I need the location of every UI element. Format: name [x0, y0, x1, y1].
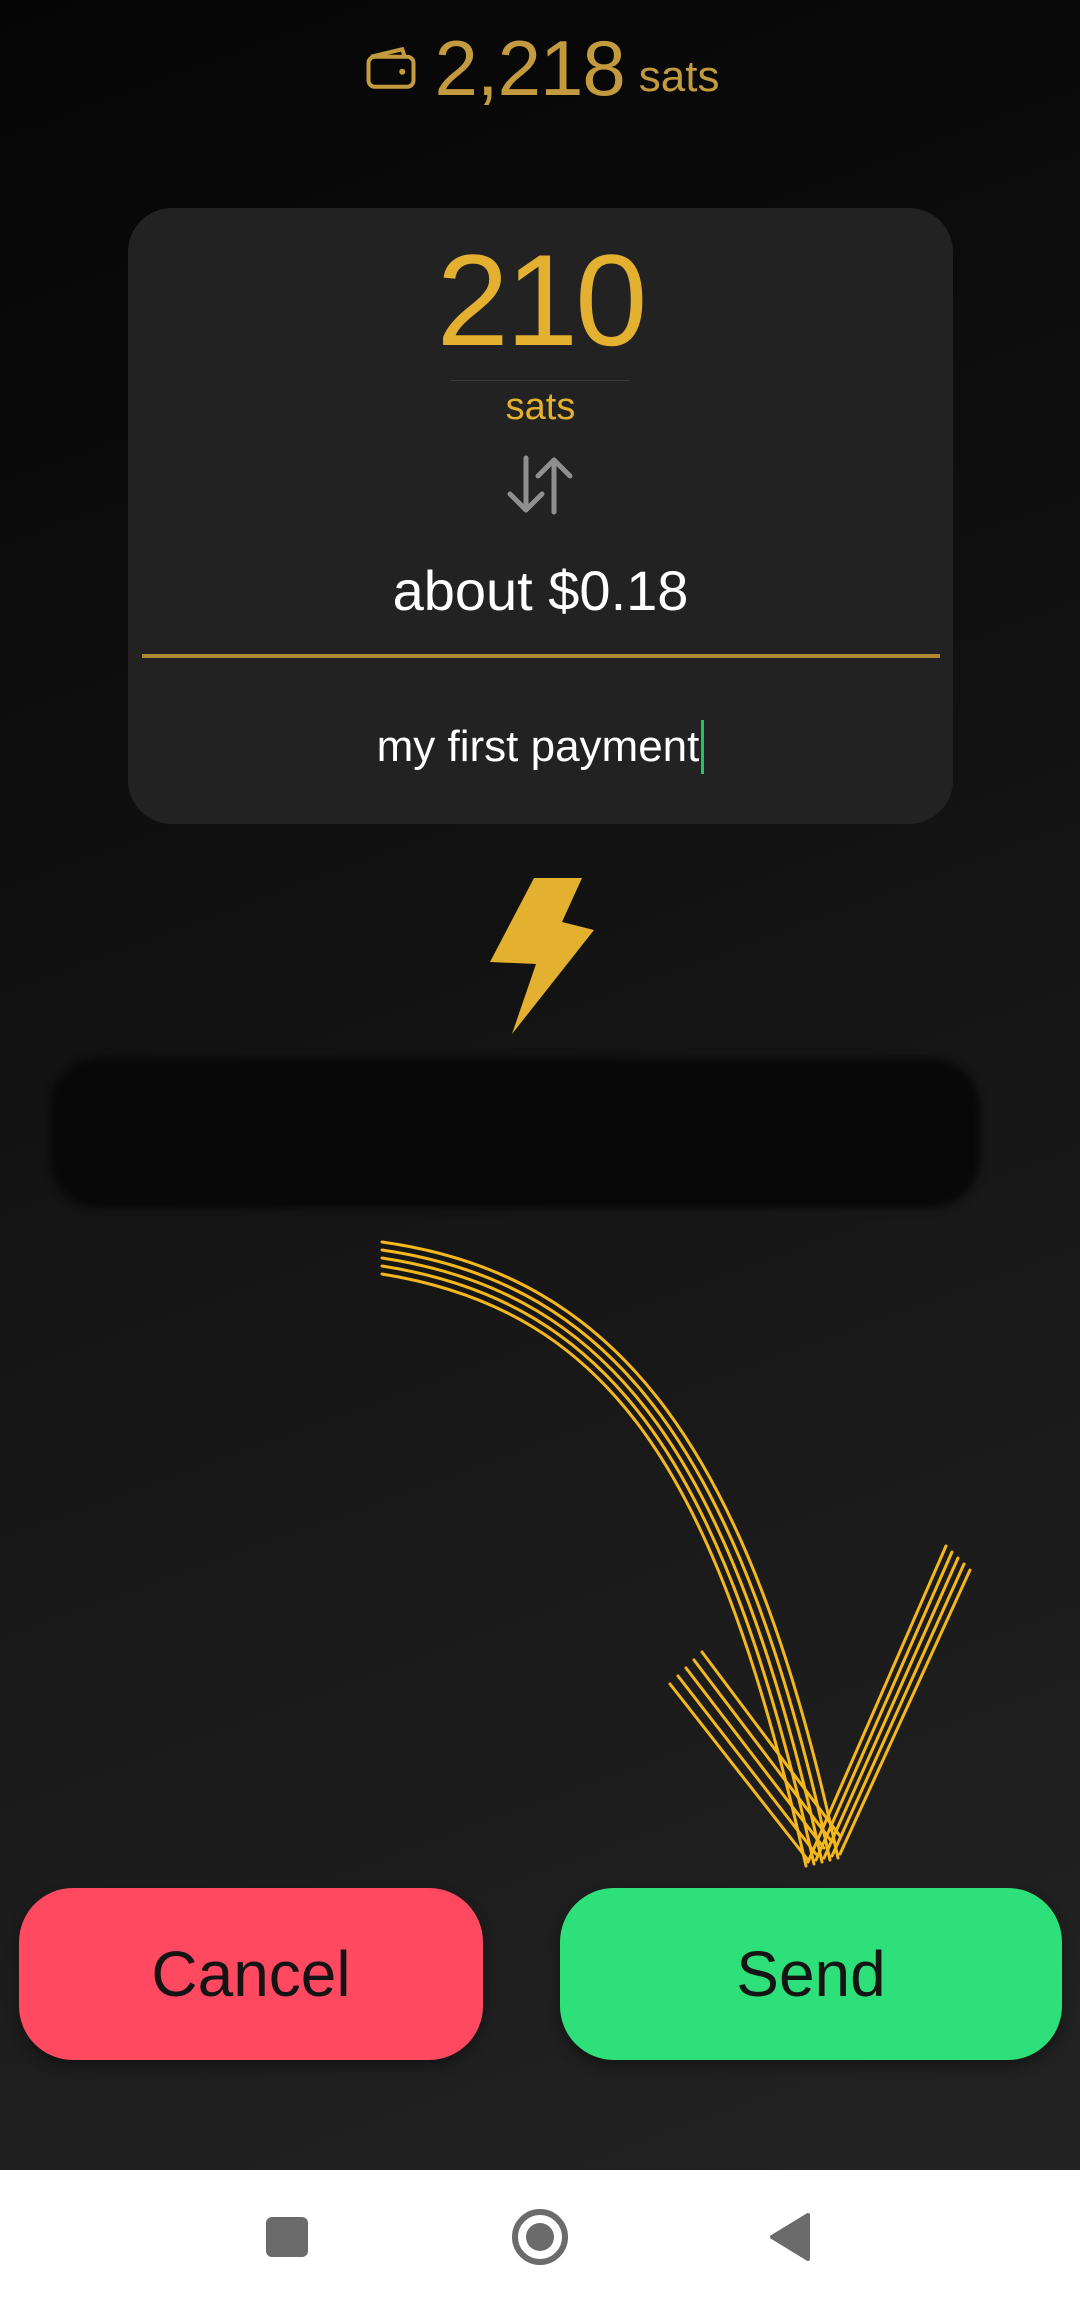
wallet-icon [366, 46, 416, 89]
amount-unit: sats [505, 386, 576, 428]
balance-unit: sats [638, 52, 720, 101]
amount-divider [450, 380, 630, 381]
fiat-value: about $0.18 [392, 559, 689, 622]
back-triangle-icon[interactable] [768, 2212, 812, 2262]
wallet-balance: 2,218 sats [0, 18, 1080, 118]
cancel-button[interactable]: Cancel [19, 1888, 483, 2060]
amount-underline [142, 654, 940, 658]
balance-amount: 2,218 [434, 23, 626, 112]
memo-input[interactable]: my first payment [128, 720, 953, 774]
lightning-bolt-icon [490, 878, 594, 1034]
amount-value[interactable]: 210 [128, 230, 953, 370]
memo-text: my first payment [376, 722, 700, 771]
curved-arrow-annotation [380, 1240, 972, 1868]
swap-vertical-icon[interactable] [500, 450, 580, 520]
square-icon[interactable] [266, 2217, 308, 2257]
redacted-recipient [50, 1058, 980, 1208]
amount-card: 210 sats about $0.18 my first payment [128, 208, 953, 824]
send-button[interactable]: Send [560, 1888, 1062, 2060]
home-circle-icon[interactable] [510, 2207, 570, 2267]
text-caret [701, 720, 705, 774]
system-nav-bar [0, 2170, 1080, 2301]
